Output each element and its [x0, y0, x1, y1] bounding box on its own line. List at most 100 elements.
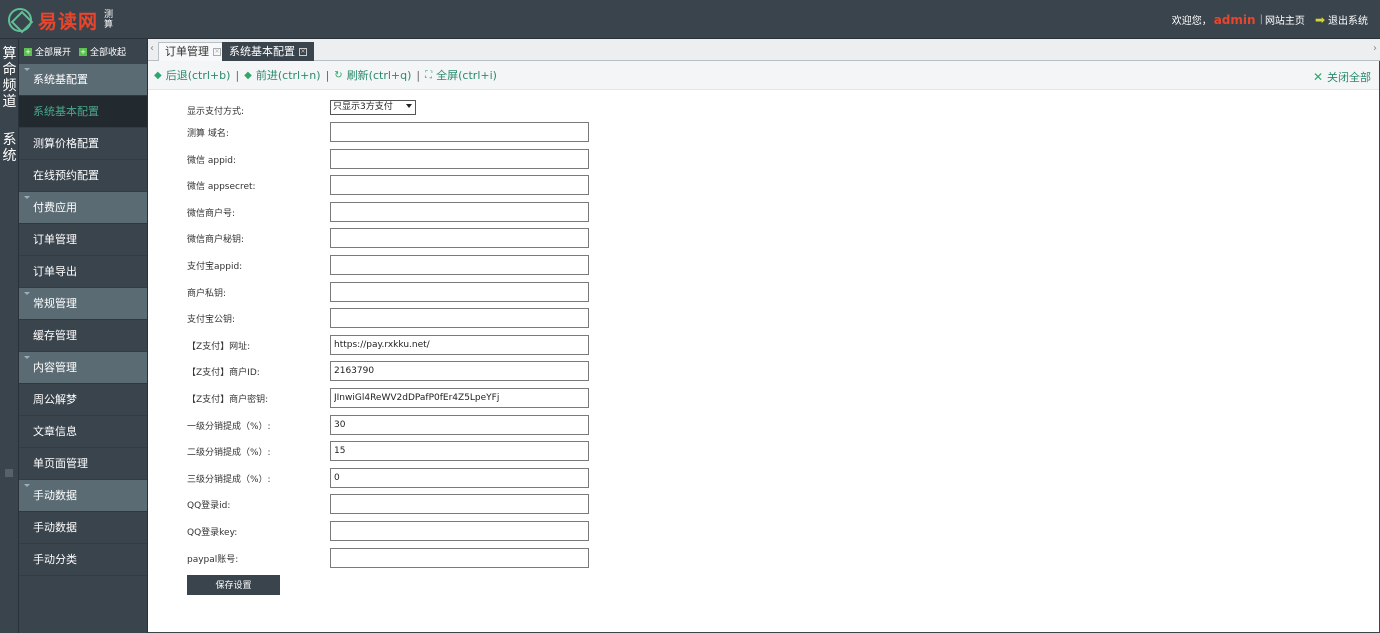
sidebar-group-header[interactable]: 常规管理: [19, 288, 147, 320]
merchant-private-key-label: 商户私钥:: [187, 289, 227, 299]
domain-label: 测算 域名:: [187, 129, 229, 139]
sidebar-item[interactable]: 文章信息: [19, 416, 147, 448]
forward-label: 前进(ctrl+n): [255, 69, 321, 82]
sidebar-group-header[interactable]: 付费应用: [19, 192, 147, 224]
paypal-account-field[interactable]: [330, 548, 589, 568]
close-icon[interactable]: ×: [299, 47, 307, 56]
collapse-all-button[interactable]: + 全部收起: [79, 45, 126, 58]
back-button[interactable]: ◆ 后退(ctrl+b): [154, 67, 230, 83]
sidebar-item[interactable]: 手动分类: [19, 544, 147, 576]
logout-link[interactable]: 退出系统: [1328, 12, 1368, 27]
form-row: 微信商户秘钥:: [148, 228, 648, 248]
chevron-down-icon: [406, 104, 412, 111]
tab-scroll-right-icon[interactable]: ›: [1373, 43, 1377, 54]
save-button[interactable]: 保存设置: [187, 575, 280, 595]
fullscreen-button[interactable]: ⛶ 全屏(ctrl+i): [425, 67, 497, 83]
qq-login-key-label: QQ登录key:: [187, 528, 238, 538]
sidebar: + 全部展开 + 全部收起 系统基配置 系统基本配置 测算价格配置 在线预约配置 付费应…: [19, 39, 148, 633]
fullscreen-label: 全屏(ctrl+i): [436, 69, 497, 82]
merchant-private-key-field[interactable]: [330, 282, 589, 302]
form-row: 【Z支付】网址:: [148, 335, 648, 355]
sidebar-item[interactable]: 单页面管理: [19, 448, 147, 480]
close-all-label: 关闭全部: [1327, 71, 1371, 84]
sidebar-item[interactable]: 订单管理: [19, 224, 147, 256]
zpay-merchant-key-label: 【Z支付】商户密钥:: [187, 395, 269, 405]
zpay-merchant-key-field[interactable]: [330, 388, 589, 408]
collapse-handle[interactable]: [5, 469, 13, 477]
level3-commission-field[interactable]: [330, 468, 589, 488]
wechat-merchant-id-label: 微信商户号:: [187, 209, 236, 219]
logo-text: 易读网: [38, 10, 99, 33]
form-row: 微信商户号:: [148, 202, 648, 222]
wechat-appsecret-field[interactable]: [330, 175, 589, 195]
sidebar-item[interactable]: 手动数据: [19, 512, 147, 544]
logout-icon: ➡: [1314, 12, 1325, 27]
wechat-appid-field[interactable]: [330, 149, 589, 169]
zpay-merchant-id-field[interactable]: [330, 361, 589, 381]
close-icon[interactable]: ×: [213, 48, 221, 56]
separator: |: [325, 68, 330, 82]
logo-icon: [8, 8, 32, 32]
alipay-appid-field[interactable]: [330, 255, 589, 275]
refresh-button[interactable]: ↻ 刷新(ctrl+q): [334, 67, 411, 83]
paypal-account-label: paypal账号:: [187, 555, 239, 565]
level1-commission-field[interactable]: [330, 415, 589, 435]
level2-commission-label: 二级分销提成（%）:: [187, 448, 271, 458]
form-row: 支付宝appid:: [148, 255, 648, 275]
logo-subtext: 测算: [104, 10, 114, 30]
forward-button[interactable]: ◆ 前进(ctrl+n): [244, 67, 320, 83]
form-row: 显示支付方式: 只显示3方支付: [148, 100, 648, 120]
sidebar-item[interactable]: 缓存管理: [19, 320, 147, 352]
refresh-label: 刷新(ctrl+q): [346, 69, 412, 82]
sidebar-group-header[interactable]: 系统基配置: [19, 64, 147, 96]
welcome-text: 欢迎您，: [1171, 16, 1212, 27]
sidebar-item[interactable]: 周公解梦: [19, 384, 147, 416]
sidebar-item[interactable]: 测算价格配置: [19, 128, 147, 160]
form-row: 商户私钥:: [148, 282, 648, 302]
tab-order-management[interactable]: 订单管理 ×: [158, 42, 228, 61]
pay-mode-label: 显示支付方式:: [187, 107, 245, 117]
collapse-all-label: 全部收起: [90, 48, 127, 58]
fullscreen-icon: ⛶: [425, 69, 433, 81]
form-row: 【Z支付】商户ID:: [148, 361, 648, 381]
site-logo: 易读网 测算: [8, 7, 114, 33]
plus-icon: +: [24, 47, 32, 56]
form-row: 一级分销提成（%）:: [148, 415, 648, 435]
form-row: 二级分销提成（%）:: [148, 441, 648, 461]
form-row: QQ登录key:: [148, 521, 648, 541]
sidebar-item[interactable]: 系统基本配置: [19, 96, 147, 128]
sidebar-group-header[interactable]: 内容管理: [19, 352, 147, 384]
form-row: 微信 appsecret:: [148, 175, 648, 195]
sidebar-item[interactable]: 订单导出: [19, 256, 147, 288]
channel-system[interactable]: 系统: [0, 132, 19, 164]
wechat-appid-label: 微信 appid:: [187, 156, 237, 166]
form-row: 测算 域名:: [148, 122, 648, 142]
channel-fortune[interactable]: 算命频道: [0, 46, 19, 110]
zpay-url-field[interactable]: [330, 335, 589, 355]
wechat-merchant-key-field[interactable]: [330, 228, 589, 248]
tab-scroll-left-icon[interactable]: ‹: [150, 43, 154, 54]
user-area: 欢迎您， admin | 网站主页 ➡ 退出系统: [1171, 12, 1368, 28]
sidebar-item[interactable]: 在线预约配置: [19, 160, 147, 192]
minus-icon: +: [79, 47, 88, 56]
zpay-merchant-id-label: 【Z支付】商户ID:: [187, 368, 260, 378]
alipay-public-key-field[interactable]: [330, 308, 589, 328]
qq-login-id-field[interactable]: [330, 494, 589, 514]
alipay-appid-label: 支付宝appid:: [187, 262, 243, 272]
tab-strip: ‹ 订单管理 × 系统基本配置 × ›: [148, 39, 1380, 61]
tab-label: 订单管理: [165, 45, 209, 58]
sidebar-tools: + 全部展开 + 全部收起: [19, 39, 147, 64]
pay-mode-select[interactable]: 只显示3方支付: [330, 100, 416, 115]
expand-all-button[interactable]: + 全部展开: [24, 45, 71, 58]
sidebar-group-header[interactable]: 手动数据: [19, 480, 147, 512]
site-home-link[interactable]: 网站主页: [1265, 12, 1305, 27]
domain-field[interactable]: [330, 122, 589, 142]
close-all-button[interactable]: ✕ 关闭全部: [1313, 69, 1371, 85]
wechat-merchant-key-label: 微信商户秘钥:: [187, 235, 245, 245]
qq-login-key-field[interactable]: [330, 521, 589, 541]
tab-system-config[interactable]: 系统基本配置 ×: [222, 42, 314, 61]
level2-commission-field[interactable]: [330, 441, 589, 461]
form-row: 【Z支付】商户密钥:: [148, 388, 648, 408]
wechat-merchant-id-field[interactable]: [330, 202, 589, 222]
close-icon: ✕: [1312, 70, 1323, 84]
